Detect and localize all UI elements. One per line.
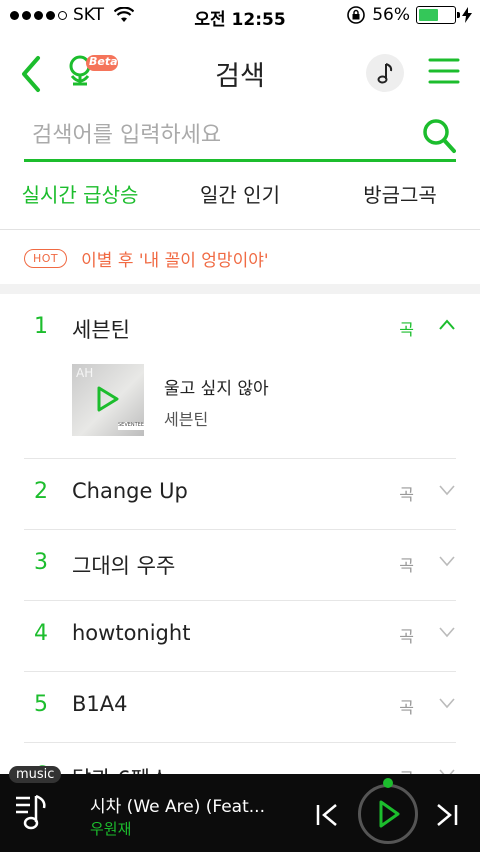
battery-icon: [416, 6, 460, 24]
now-playing-artist: 우원재: [90, 820, 132, 838]
song-artist: 세븐틴: [164, 410, 209, 429]
tab-realtime-rising[interactable]: 실시간 급상승: [0, 168, 160, 229]
now-playing-title: 시차 (We Are) (Feat...: [90, 797, 265, 817]
music-button[interactable]: [366, 54, 404, 92]
chevron-down-icon[interactable]: [438, 552, 456, 570]
album-text: AH: [76, 366, 94, 380]
album-caption: SEVENTEEN: [118, 422, 144, 430]
ranking-row[interactable]: 5 B1A4 곡: [24, 672, 456, 743]
hot-keyword: 이별 후 '내 꼴이 엉망이야': [81, 250, 269, 271]
music-note-icon: [377, 63, 393, 84]
ranking-name: 그대의 우주: [72, 554, 176, 578]
ranking-name: howtonight: [72, 621, 191, 645]
search-input[interactable]: [24, 112, 404, 158]
result-type: 곡: [399, 485, 414, 504]
ranking-name: Change Up: [72, 479, 188, 503]
next-track-icon[interactable]: [432, 800, 462, 830]
charging-bolt-icon: [462, 7, 472, 23]
rank-number: 5: [34, 692, 48, 717]
hamburger-menu-icon[interactable]: [428, 56, 460, 86]
result-type: 곡: [399, 320, 414, 339]
rotation-lock-icon: [347, 6, 366, 24]
chevron-down-icon[interactable]: [438, 623, 456, 641]
play-button[interactable]: [358, 778, 418, 844]
search-icon[interactable]: [422, 118, 456, 154]
play-icon: [379, 800, 400, 828]
battery-fill: [419, 9, 439, 21]
rank-number: 1: [34, 314, 48, 339]
result-type: 곡: [399, 556, 414, 575]
tab-daily-popular[interactable]: 일간 인기: [160, 168, 320, 229]
mini-player[interactable]: music 시차 (We Are) (Feat... 우원재: [0, 766, 480, 852]
ranking-name: 세븐틴: [72, 318, 130, 342]
rank-number: 2: [34, 479, 48, 504]
ranking-row[interactable]: 2 Change Up 곡: [24, 459, 456, 530]
hot-keyword-row[interactable]: HOT 이별 후 '내 꼴이 엉망이야': [24, 240, 269, 276]
chevron-up-icon[interactable]: [438, 316, 456, 334]
previous-track-icon[interactable]: [312, 800, 342, 830]
result-type: 곡: [399, 698, 414, 717]
section-divider: [0, 284, 480, 294]
music-label: music: [9, 766, 62, 783]
rank-number: 3: [34, 550, 48, 575]
search-bar: [24, 112, 456, 162]
song-title: 울고 싶지 않아: [164, 379, 269, 399]
ranking-row[interactable]: 1 세븐틴 곡 AH SEVENTEEN 울고 싶지 않아 세븐틴: [24, 294, 456, 459]
ranking-name: B1A4: [72, 692, 128, 716]
ranking-row[interactable]: 4 howtonight 곡: [24, 601, 456, 672]
playlist-icon[interactable]: [14, 790, 56, 834]
chart-tabs: 실시간 급상승 일간 인기 방금그곡: [0, 168, 480, 230]
page-title: 검색: [215, 61, 265, 92]
hot-badge: HOT: [24, 248, 68, 268]
chevron-down-icon[interactable]: [438, 694, 456, 712]
chevron-down-icon[interactable]: [438, 481, 456, 499]
ranking-list: 1 세븐틴 곡 AH SEVENTEEN 울고 싶지 않아 세븐틴 2 Chan…: [0, 294, 480, 814]
play-icon: [97, 386, 119, 412]
battery-percent: 56%: [372, 5, 410, 25]
app-header: Beta 검색: [0, 40, 480, 104]
status-bar: SKT 오전 12:55 56%: [0, 0, 480, 32]
progress-indicator: [383, 778, 393, 788]
song-result[interactable]: AH SEVENTEEN 울고 싶지 않아 세븐틴: [72, 364, 432, 438]
result-type: 곡: [399, 627, 414, 646]
album-thumbnail[interactable]: AH SEVENTEEN: [72, 364, 144, 436]
status-right: 56%: [346, 5, 472, 25]
rank-number: 4: [34, 621, 48, 646]
tab-just-now-song[interactable]: 방금그곡: [320, 168, 480, 229]
ranking-row[interactable]: 3 그대의 우주 곡: [24, 530, 456, 601]
